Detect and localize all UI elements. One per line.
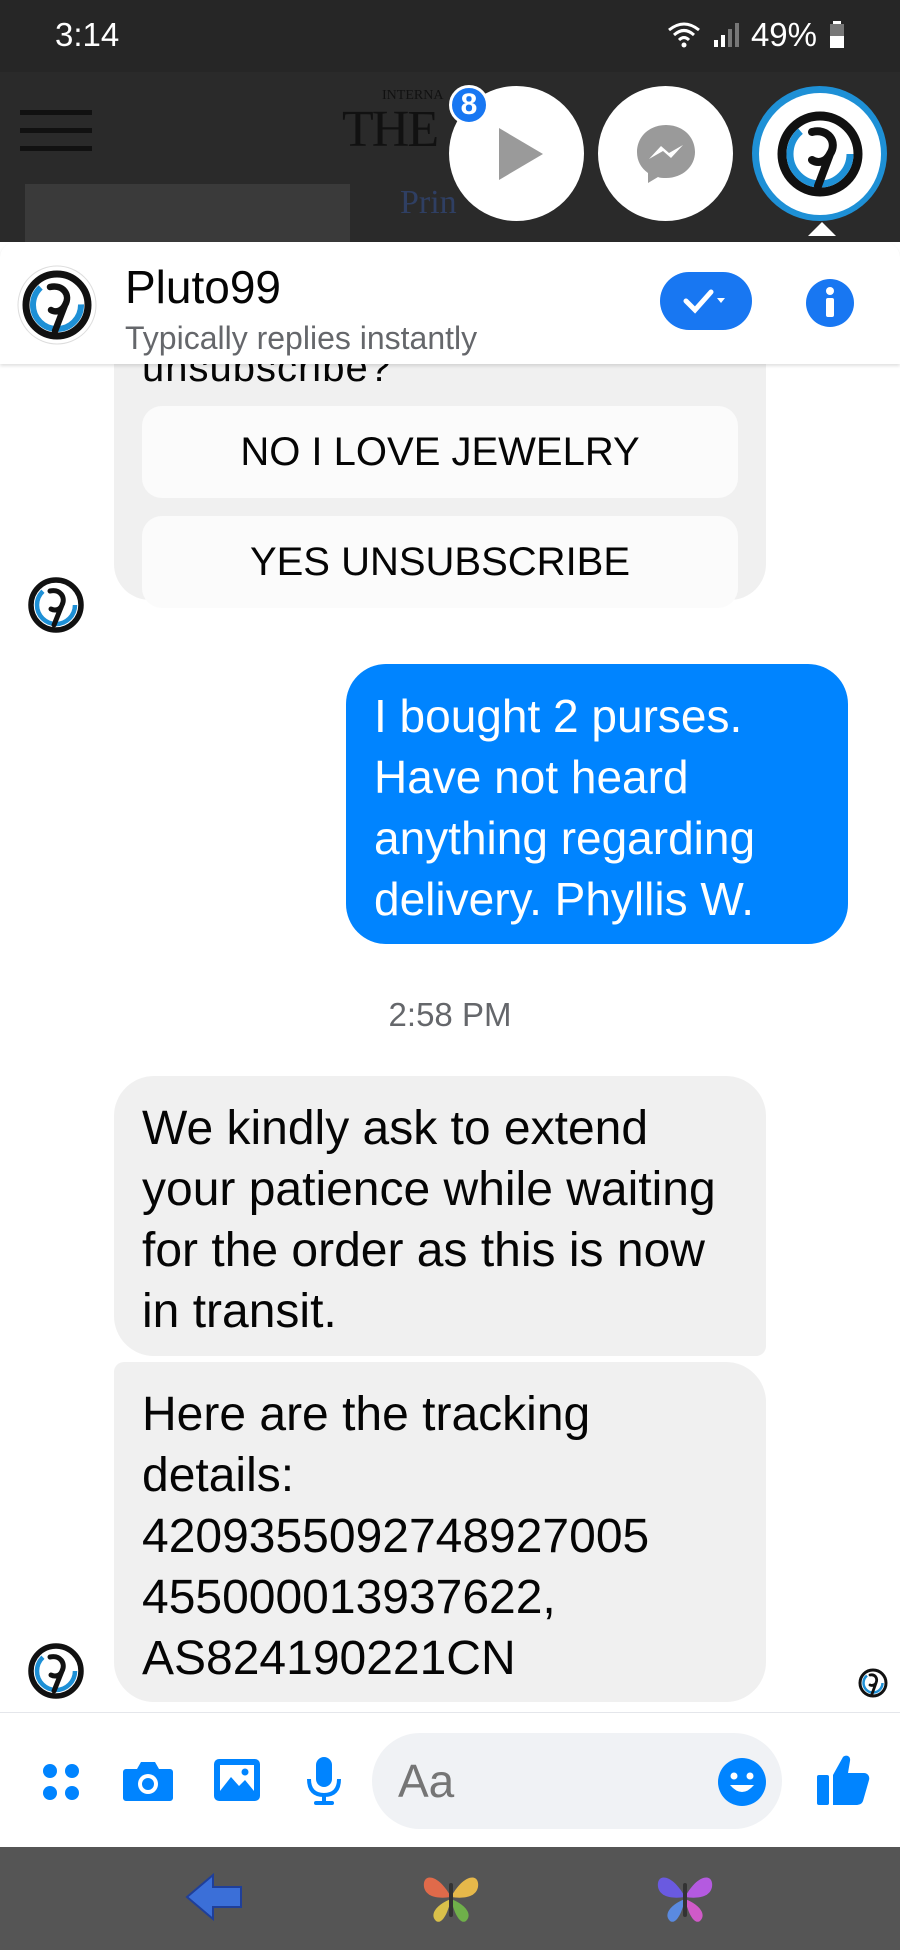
battery-percent: 49%	[750, 16, 817, 53]
butterfly-icon[interactable]	[652, 1869, 718, 1930]
bg-logo: THE	[342, 101, 439, 158]
info-button[interactable]	[805, 278, 855, 333]
seen-avatar	[857, 1667, 889, 1699]
like-icon[interactable]	[815, 1753, 871, 1812]
mark-done-button[interactable]	[660, 272, 752, 330]
quick-reply-no-button[interactable]: NO I LOVE JEWELRY	[142, 406, 738, 498]
chat-head-pointer	[808, 222, 836, 236]
menu-icon[interactable]	[20, 110, 92, 164]
status-bar: 3:14 49%	[0, 0, 900, 72]
camera-icon[interactable]	[122, 1757, 174, 1808]
back-arrow-icon[interactable]	[183, 1869, 247, 1930]
contact-name: Pluto99	[125, 261, 282, 313]
chat-head-messenger[interactable]	[598, 86, 733, 221]
check-icon	[683, 289, 725, 314]
avatar[interactable]	[17, 265, 97, 345]
bg-snippet: Prin	[400, 184, 457, 221]
sender-avatar	[26, 575, 86, 635]
info-icon	[806, 279, 854, 327]
incoming-message-tracking[interactable]: Here are the tracking details: 420935509…	[114, 1362, 766, 1702]
notification-badge: 8	[449, 85, 489, 125]
card-text: unsubscribe?	[142, 364, 392, 390]
quick-reply-unsubscribe-button[interactable]: YES UNSUBSCRIBE	[142, 516, 738, 608]
play-icon	[498, 127, 543, 180]
wifi-icon	[667, 22, 701, 48]
system-nav-bar	[0, 1847, 900, 1950]
quick-reply-card: unsubscribe? NO I LOVE JEWELRY YES UNSUB…	[114, 364, 766, 608]
reply-status: Typically replies instantly	[125, 320, 478, 356]
sender-avatar	[26, 1641, 86, 1701]
outgoing-message[interactable]: I bought 2 purses. Have not heard anythi…	[346, 664, 848, 944]
chat-header: Pluto99 Typically replies instantly	[0, 242, 900, 364]
mic-icon[interactable]	[306, 1755, 342, 1812]
apps-icon[interactable]	[40, 1761, 82, 1808]
status-time: 3:14	[55, 16, 120, 53]
pluto99-logo	[777, 111, 862, 196]
conversation[interactable]: unsubscribe? NO I LOVE JEWELRY YES UNSUB…	[0, 364, 900, 1712]
messenger-icon	[636, 124, 695, 183]
bg-thumbnail	[25, 184, 350, 242]
message-timestamp: 2:58 PM	[388, 996, 512, 1033]
gallery-icon[interactable]	[212, 1757, 262, 1808]
chat-head-pluto99[interactable]	[752, 86, 887, 221]
battery-icon	[829, 21, 845, 49]
incoming-message[interactable]: We kindly ask to extend your patience wh…	[114, 1076, 766, 1356]
emoji-icon[interactable]	[717, 1757, 767, 1812]
composer	[0, 1712, 900, 1847]
butterfly-icon[interactable]	[418, 1869, 484, 1930]
signal-icon	[713, 22, 739, 48]
